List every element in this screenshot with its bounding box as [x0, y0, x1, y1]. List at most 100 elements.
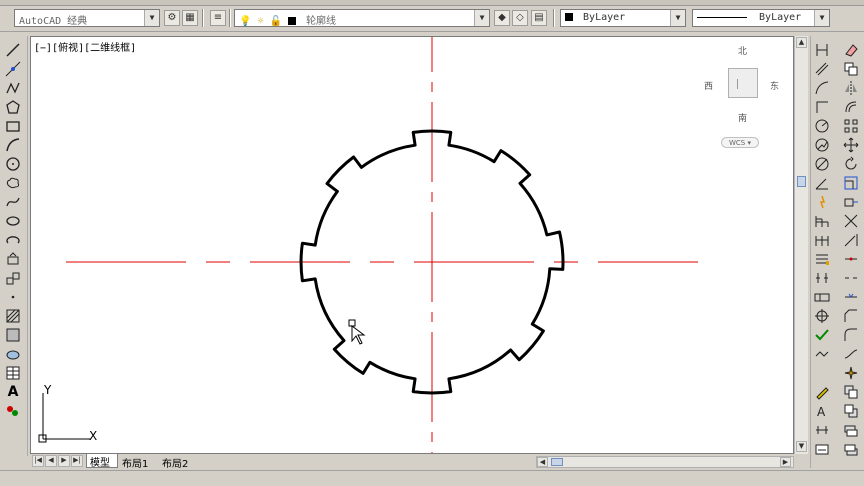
scroll-right-arrow-icon[interactable]: ▶ [780, 457, 791, 467]
tab-layout2[interactable]: 布局2 [162, 455, 188, 470]
dimension-jogged-icon[interactable] [814, 137, 830, 153]
stretch-icon[interactable] [843, 194, 859, 210]
add-selected-icon[interactable] [5, 403, 21, 419]
extend-icon[interactable] [843, 232, 859, 248]
ellipse-icon[interactable] [5, 213, 21, 229]
scroll-up-arrow-icon[interactable]: ▲ [796, 37, 807, 48]
point-icon[interactable] [5, 289, 21, 305]
vertical-scrollbar[interactable]: ▲ ▼ [794, 36, 808, 454]
workspace-settings-icon[interactable]: ⚙ [164, 10, 180, 26]
move-icon[interactable] [843, 137, 859, 153]
fillet-icon[interactable] [843, 327, 859, 343]
join-icon[interactable] [843, 289, 859, 305]
inspect-icon[interactable] [814, 327, 830, 343]
center-mark-icon[interactable] [814, 308, 830, 324]
tab-first-icon[interactable]: |◀ [32, 455, 44, 467]
construction-line-icon[interactable] [5, 61, 21, 77]
make-block-icon[interactable] [5, 270, 21, 286]
arc-icon[interactable] [5, 137, 21, 153]
bring-above-icon[interactable] [843, 422, 859, 438]
copy-icon[interactable] [843, 61, 859, 77]
dimension-text-edit-icon[interactable]: A [814, 403, 830, 419]
dimension-break-icon[interactable] [814, 270, 830, 286]
revision-cloud-icon[interactable] [5, 175, 21, 191]
dimension-edit-icon[interactable] [814, 384, 830, 400]
compass-north[interactable]: 北 [738, 44, 747, 57]
chevron-down-icon[interactable]: ▼ [144, 10, 159, 26]
rectangle-icon[interactable] [5, 118, 21, 134]
tab-last-icon[interactable]: ▶| [71, 455, 83, 467]
scroll-down-arrow-icon[interactable]: ▼ [796, 441, 807, 452]
dimension-radius-icon[interactable] [814, 118, 830, 134]
send-under-icon[interactable] [843, 441, 859, 457]
erase-icon[interactable] [843, 42, 859, 58]
scroll-thumb[interactable] [797, 176, 806, 187]
compass-west[interactable]: 西 [704, 79, 713, 92]
break-icon[interactable] [843, 270, 859, 286]
dimension-aligned-icon[interactable] [814, 61, 830, 77]
gradient-icon[interactable] [5, 327, 21, 343]
jogged-linear-icon[interactable] [814, 346, 830, 362]
make-current-layer-icon[interactable]: ◆ [494, 10, 510, 26]
polyline-icon[interactable] [5, 80, 21, 96]
insert-block-icon[interactable] [5, 251, 21, 267]
ellipse-arc-icon[interactable] [5, 232, 21, 248]
layer-combo[interactable]: 💡 ☼ 🔓 轮廓线 ▼ [234, 9, 490, 27]
dimension-style-icon[interactable] [814, 441, 830, 457]
trim-icon[interactable] [843, 213, 859, 229]
workspace-combo[interactable]: AutoCAD 经典 ▼ [14, 9, 160, 27]
tolerance-icon[interactable] [814, 289, 830, 305]
hscroll-thumb[interactable] [551, 458, 563, 466]
horizontal-scrollbar[interactable]: ◀ ▶ [536, 456, 794, 468]
dimension-arc-icon[interactable] [814, 80, 830, 96]
mirror-icon[interactable] [843, 80, 859, 96]
region-icon[interactable] [5, 346, 21, 362]
viewport-label[interactable]: [−][俯视][二维线框] [34, 39, 136, 54]
break-at-point-icon[interactable] [843, 251, 859, 267]
blend-curves-icon[interactable] [843, 346, 859, 362]
quick-dimension-icon[interactable] [814, 194, 830, 210]
scale-icon[interactable] [843, 175, 859, 191]
layer-state-icon[interactable]: ▤ [531, 10, 547, 26]
dimension-linear-icon[interactable] [814, 42, 830, 58]
chevron-down-icon[interactable]: ▼ [814, 10, 829, 26]
layer-manager-icon[interactable]: ≡ [210, 10, 226, 26]
rotate-icon[interactable] [843, 156, 859, 172]
wcs-menu[interactable]: WCS ▾ [721, 137, 759, 148]
dimension-update-icon[interactable] [814, 422, 830, 438]
spline-icon[interactable] [5, 194, 21, 210]
compass-south[interactable]: 南 [738, 111, 747, 124]
hatch-icon[interactable] [5, 308, 21, 324]
table-icon[interactable] [5, 365, 21, 381]
draw-order-front-icon[interactable] [843, 384, 859, 400]
dimension-baseline-icon[interactable] [814, 213, 830, 229]
dimension-diameter-icon[interactable] [814, 156, 830, 172]
circle-icon[interactable] [5, 156, 21, 172]
chamfer-icon[interactable] [843, 308, 859, 324]
array-icon[interactable] [843, 118, 859, 134]
dimension-ordinate-icon[interactable] [814, 99, 830, 115]
explode-icon[interactable] [843, 365, 859, 381]
tab-next-icon[interactable]: ▶ [58, 455, 70, 467]
tab-model[interactable]: 模型 [86, 454, 118, 469]
chevron-down-icon[interactable]: ▼ [474, 10, 489, 26]
multiline-text-icon[interactable]: A [5, 384, 21, 400]
layer-previous-icon[interactable]: ◇ [512, 10, 528, 26]
linetype-combo[interactable]: ByLayer ▼ [692, 9, 830, 27]
viewcube-top-face[interactable] [728, 68, 758, 98]
scroll-left-arrow-icon[interactable]: ◀ [537, 457, 548, 467]
line-icon[interactable] [5, 42, 21, 58]
color-combo[interactable]: ByLayer ▼ [560, 9, 686, 27]
chevron-down-icon[interactable]: ▼ [670, 10, 685, 26]
draw-order-back-icon[interactable] [843, 403, 859, 419]
tab-layout1[interactable]: 布局1 [122, 455, 148, 470]
dimension-angular-icon[interactable] [814, 175, 830, 191]
offset-icon[interactable] [843, 99, 859, 115]
compass-east[interactable]: 东 [770, 79, 779, 92]
tab-prev-icon[interactable]: ◀ [45, 455, 57, 467]
dimension-space-icon[interactable] [814, 251, 830, 267]
polygon-icon[interactable] [5, 99, 21, 115]
drawing-canvas[interactable]: [−][俯视][二维线框] 北 西 东 南 WCS ▾ Y X [30, 36, 794, 454]
dimension-continue-icon[interactable] [814, 232, 830, 248]
custom-icon[interactable]: ▦ [182, 10, 198, 26]
